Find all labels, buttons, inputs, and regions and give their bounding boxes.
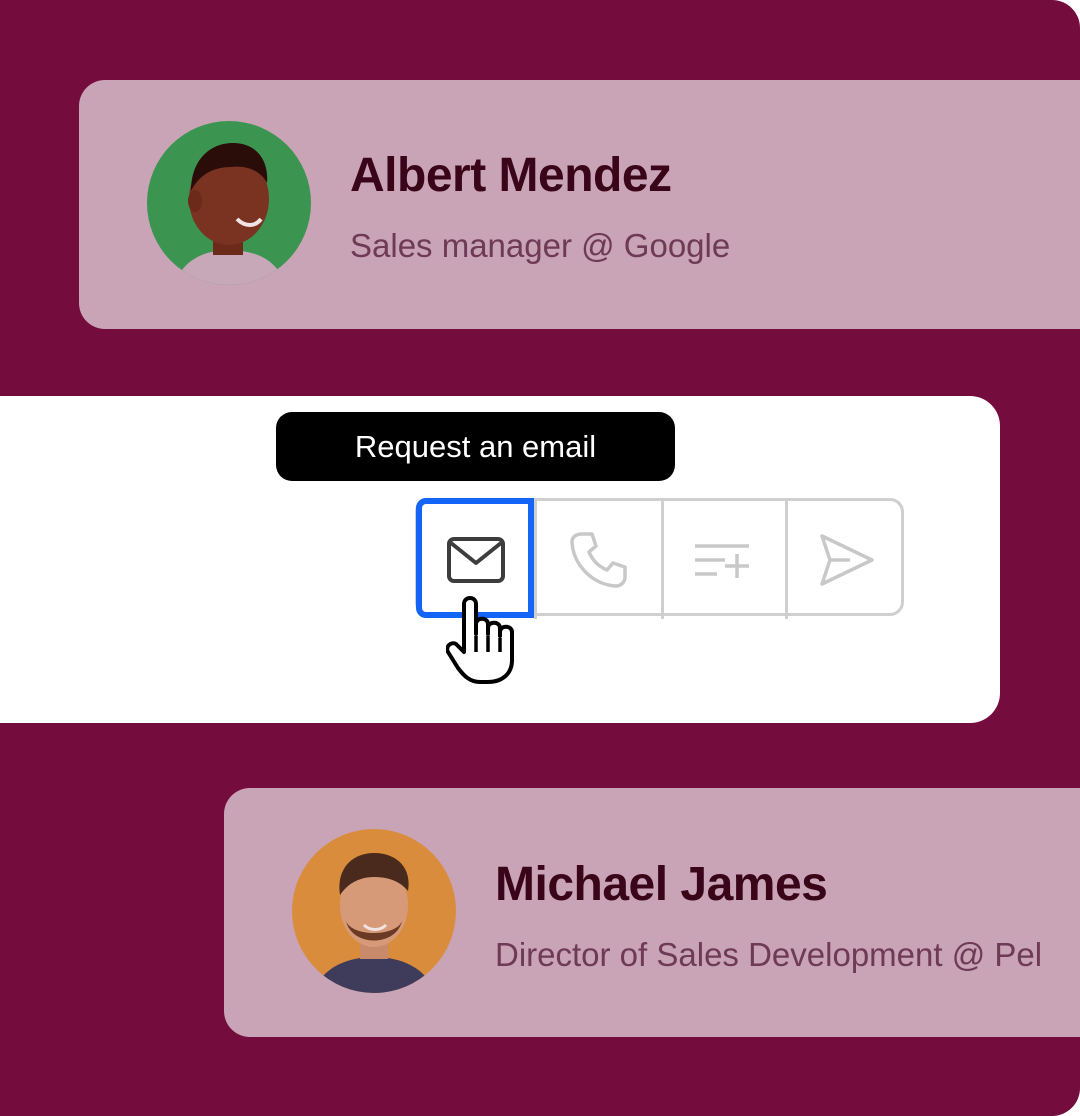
avatar (292, 829, 456, 993)
contact-card-albert-mendez[interactable]: Albert Mendez Sales manager @ Google (79, 80, 1080, 329)
add-to-list-icon (695, 544, 749, 578)
tooltip: Request an email (276, 412, 675, 481)
contact-card-michael-james[interactable]: Michael James Director of Sales Developm… (224, 788, 1080, 1037)
contact-role: Sales manager @ Google (350, 227, 731, 264)
add-to-sequence-button[interactable] (661, 501, 785, 619)
avatar (147, 121, 311, 285)
send-icon (820, 534, 874, 586)
contact-name: Michael James (495, 858, 828, 911)
hand-pointer-icon (445, 590, 526, 686)
avatar-photo-icon (147, 121, 311, 285)
app-canvas: Albert Mendez Sales manager @ Google Req… (0, 0, 1080, 1116)
contact-role: Director of Sales Development @ Pel (495, 936, 1043, 973)
avatar-photo-icon (292, 829, 456, 993)
call-button[interactable] (534, 501, 661, 619)
send-button[interactable] (785, 501, 907, 619)
phone-icon (569, 532, 627, 588)
contact-name: Albert Mendez (350, 149, 672, 202)
envelope-icon (447, 537, 505, 583)
